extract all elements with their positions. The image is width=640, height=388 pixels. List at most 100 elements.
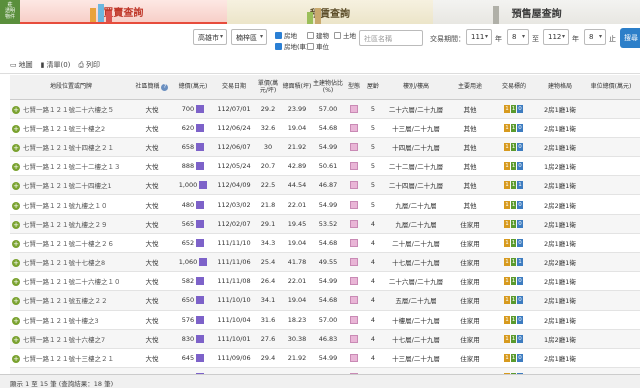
area-cell: 18.23	[282, 310, 312, 330]
price-detail-icon[interactable]	[199, 181, 208, 190]
price-detail-icon[interactable]	[196, 277, 205, 286]
table-row[interactable]: + 七賢一路１２１號十六樓之7 大悅 830 111/10/01 27.6 30.38 46.…	[10, 329, 640, 349]
checkbox-label: 房地	[284, 32, 297, 40]
table-row[interactable]: + 七賢一路１２１號十七樓之8 大悅 1,060 111/11/06 25.4 41.78 4…	[10, 252, 640, 273]
address-cell[interactable]: + 七賢一路１２１號二十六樓之１０	[10, 271, 132, 292]
table-row[interactable]: + 七賢一路１２１號三十樓之2 大悅 620 112/06/24 32.6 19.04 54.…	[10, 118, 640, 138]
tab-buy-search[interactable]: 買賣查詢	[20, 0, 227, 24]
table-row[interactable]: + 七賢一路１２１號十三樓之２１ 大悅 645 111/09/06 29.4 21.92 54…	[10, 348, 640, 369]
table-row[interactable]: + 七賢一路１２１號二十二樓之１３ 大悅 888 112/05/24 20.7 42.89 5…	[10, 156, 640, 177]
expand-plus-icon[interactable]: +	[12, 220, 20, 229]
expand-plus-icon[interactable]: +	[12, 278, 20, 287]
expand-plus-icon[interactable]: +	[12, 355, 20, 364]
expand-plus-icon[interactable]: +	[12, 105, 20, 114]
col-header[interactable]: 交易標的	[490, 75, 538, 100]
address-cell[interactable]: + 七賢一路１２１號十四樓之２１	[10, 137, 132, 158]
community-cell: 大悅	[132, 214, 172, 234]
address-cell[interactable]: + 七賢一路１２１號二十樓之２６	[10, 233, 132, 254]
col-header[interactable]: 交易日期	[214, 75, 254, 100]
price-detail-icon[interactable]	[196, 142, 205, 151]
price-detail-icon[interactable]	[196, 296, 205, 305]
table-row[interactable]: + 七賢一路１２１號十樓之3 大悅 576 111/10/04 31.6 18.23 57.0…	[10, 310, 640, 330]
expand-plus-icon[interactable]: +	[12, 201, 20, 210]
col-header[interactable]: 總面積(坪)	[282, 75, 312, 100]
search-button[interactable]: 搜尋	[620, 28, 640, 48]
col-header[interactable]: 樓別/樓高	[382, 75, 450, 100]
from-year-select[interactable]: 111 ▾	[466, 29, 492, 45]
price-detail-icon[interactable]	[196, 162, 205, 171]
site-logo[interactable]: 莊 透明 物件	[0, 0, 20, 24]
table-row[interactable]: + 七賢一路１２１號五樓之２２ 大悅 650 111/10/10 34.1 19.04 54.…	[10, 290, 640, 311]
expand-plus-icon[interactable]: +	[12, 124, 20, 133]
expand-plus-icon[interactable]: +	[12, 335, 20, 344]
table-row[interactable]: + 七賢一路１２１號二十四樓之1 大悅 1,000 112/04/09 22.5 44.54…	[10, 175, 640, 196]
list-view-button[interactable]: ▮ 清單(0)	[41, 60, 71, 70]
from-month-select[interactable]: 8 ▾	[507, 29, 529, 45]
price-detail-icon[interactable]	[196, 238, 205, 247]
address-cell[interactable]: + 七賢一路１２１號二十二樓之１３	[10, 156, 132, 177]
expand-plus-icon[interactable]: +	[12, 143, 20, 152]
col-header[interactable]: 總價(萬元)	[172, 75, 214, 100]
address-cell[interactable]: + 七賢一路１２１號九樓之２９	[10, 214, 132, 234]
type-checkbox-building[interactable]: 建物	[307, 30, 329, 40]
type-cell	[344, 290, 364, 311]
expand-plus-icon[interactable]: +	[12, 239, 20, 248]
city-select[interactable]: 高雄市 ▾	[193, 29, 227, 45]
to-year-select[interactable]: 112 ▾	[543, 29, 569, 45]
type-checkbox-house-land[interactable]: 房地	[275, 30, 297, 40]
address-cell[interactable]: + 七賢一路１２１號十六樓之7	[10, 329, 132, 349]
to-month-select[interactable]: 8 ▾	[584, 29, 606, 45]
col-header[interactable]: 單價(萬元/坪)	[254, 75, 282, 100]
date-cell: 111/11/10	[214, 233, 254, 254]
address-cell[interactable]: + 七賢一路１２１號十樓之3	[10, 310, 132, 330]
price-detail-icon[interactable]	[196, 334, 205, 343]
price-detail-icon[interactable]	[196, 354, 205, 363]
expand-plus-icon[interactable]: +	[12, 259, 20, 268]
price-detail-icon[interactable]	[199, 258, 208, 267]
address-cell[interactable]: + 七賢一路１２１號十三樓之２１	[10, 348, 132, 369]
price-detail-icon[interactable]	[196, 123, 205, 132]
expand-plus-icon[interactable]: +	[12, 163, 20, 172]
community-search-input[interactable]: 社區名稱	[359, 30, 423, 46]
table-row[interactable]: + 七賢一路１２１號二十六樓之５ 大悅 700 112/07/01 29.2 23.99 57…	[10, 99, 640, 119]
chevron-down-icon: ▾	[598, 33, 602, 40]
address-cell[interactable]: + 七賢一路１２１號九樓之１０	[10, 194, 132, 215]
table-row[interactable]: + 七賢一路１２１號二十六樓之１０ 大悅 582 111/11/08 26.4 22.01 5…	[10, 271, 640, 292]
table-row[interactable]: + 七賢一路１２１號九樓之１０ 大悅 480 112/03/02 21.8 22.01 54.…	[10, 194, 640, 215]
address-cell[interactable]: + 七賢一路１２１號二十四樓之1	[10, 175, 132, 196]
expand-plus-icon[interactable]: +	[12, 182, 20, 191]
unit-price-cell: 34.1	[254, 290, 282, 311]
tab-rent-search[interactable]: 租賃查詢	[226, 0, 434, 24]
col-header[interactable]: 屋齡	[364, 75, 382, 100]
table-row[interactable]: + 七賢一路１２１號二十樓之２６ 大悅 652 111/11/10 34.3 19.04 54…	[10, 233, 640, 254]
col-header[interactable]: 車位總價(萬元)	[582, 75, 640, 100]
table-row[interactable]: + 七賢一路１２１號十四樓之２１ 大悅 658 112/06/07 30 21.92 54.9…	[10, 137, 640, 158]
help-icon[interactable]: ?	[161, 83, 169, 91]
district-select[interactable]: 楠梓區 ▾	[231, 29, 267, 45]
expand-plus-icon[interactable]: +	[12, 297, 20, 306]
expand-plus-icon[interactable]: +	[12, 316, 20, 325]
col-header[interactable]: 建物格局	[538, 75, 582, 100]
price-detail-icon[interactable]	[196, 315, 205, 324]
type-checkbox-house-land-parking[interactable]: 房地(車)	[275, 41, 309, 51]
col-header[interactable]: 主要用途	[450, 75, 490, 100]
type-checkbox-land[interactable]: 土地	[334, 30, 356, 40]
col-header[interactable]: 社區簡稱 ?	[132, 75, 172, 100]
price-detail-icon[interactable]	[196, 200, 205, 209]
address-cell[interactable]: + 七賢一路１２１號十七樓之8	[10, 252, 132, 273]
print-button[interactable]: ⎙ 列印	[78, 60, 100, 70]
checkbox-label: 土地	[343, 32, 356, 40]
building-type-icon	[350, 334, 358, 343]
address-cell[interactable]: + 七賢一路１２１號五樓之２２	[10, 290, 132, 311]
col-header[interactable]: 型態	[344, 75, 364, 100]
price-detail-icon[interactable]	[196, 104, 205, 113]
price-detail-icon[interactable]	[196, 219, 205, 228]
address-cell[interactable]: + 七賢一路１２１號三十樓之2	[10, 118, 132, 138]
col-header[interactable]: 主建物佔比(%)	[312, 75, 344, 100]
table-row[interactable]: + 七賢一路１２１號九樓之２９ 大悅 565 112/02/07 29.1 19.45 53.…	[10, 214, 640, 234]
tab-presale-search[interactable]: 預售屋查詢	[433, 0, 640, 24]
type-checkbox-parking[interactable]: 車位	[307, 41, 329, 51]
map-view-button[interactable]: ▭ 地圖	[10, 60, 33, 70]
col-header[interactable]: 地段位置或門牌	[10, 75, 132, 100]
address-cell[interactable]: + 七賢一路１２１號二十六樓之５	[10, 99, 132, 119]
